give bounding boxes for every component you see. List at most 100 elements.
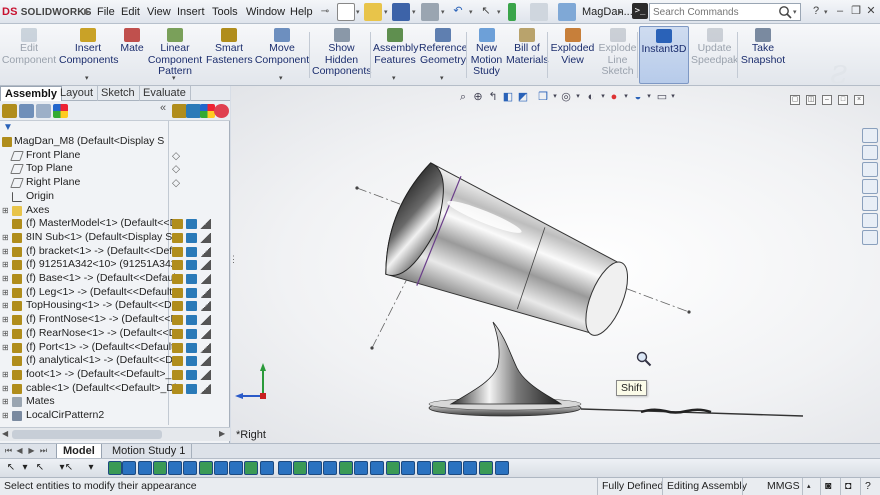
color-swatch-icon[interactable] [200,301,211,312]
color-swatch-icon[interactable] [200,315,211,326]
tree-item-f-leg-1-default-default[interactable]: ⊞ (f) Leg<1> -> (Default<<Default: [0,286,230,300]
color-swatch-icon[interactable] [200,342,211,353]
undo-dropdown-arrow-icon[interactable]: ▾ [469,8,473,16]
appearance-swatch-icon[interactable] [186,315,197,326]
filter-components-icon[interactable] [432,461,446,475]
cmd-bill-of-materials-button[interactable]: Bill of Materials [505,26,549,84]
appearance-swatch-icon[interactable] [186,301,197,312]
menu-view[interactable]: View [147,0,171,24]
tab-model[interactable]: Model [56,444,102,459]
menu-edit[interactable]: Edit [121,0,140,24]
minimize-window-icon[interactable]: – [832,3,848,19]
hide-show-toggle-icon[interactable] [172,369,183,380]
filter-planes-icon[interactable] [183,461,197,475]
filter-sketch-icon[interactable] [214,461,228,475]
cmd-assembly-features-button[interactable]: Assembly Features ▾ [372,26,419,85]
tree-item-axes[interactable]: ⊞ Axes [0,204,230,218]
expand-node-icon[interactable]: ⊞ [2,299,10,313]
hide-show-toggle-icon[interactable] [172,219,183,230]
cmd-move-component-button[interactable]: Move Component ▾ [253,26,311,84]
expand-node-icon[interactable]: ⊞ [2,258,10,272]
collapse-tree-icon[interactable]: « [160,102,166,114]
tree-item-f-mastermodel-1-default-de[interactable]: (f) MasterModel<1> (Default<<De [0,217,230,231]
filter-mesh-icon[interactable] [479,461,493,475]
dropdown-arrow-icon[interactable]: ▾ [392,73,396,85]
menu-file[interactable]: File [97,0,115,24]
appearance-swatch-icon[interactable] [186,383,197,394]
filter-routes-icon[interactable] [401,461,415,475]
color-swatch-icon[interactable] [200,356,211,367]
color-swatch-icon[interactable] [200,274,211,284]
expand-node-icon[interactable]: ⊞ [2,341,10,355]
search-dropdown-arrow-icon[interactable]: ▾ [793,8,797,16]
restore-window-icon[interactable]: ❐ [848,3,864,19]
speaker-3d-model[interactable] [231,86,880,443]
appearance-swatch-icon[interactable] [186,274,197,284]
tree-item-front-plane[interactable]: Front Plane ◇ [0,149,230,163]
filter-bodies-icon[interactable] [448,461,462,475]
tree-item-f-base-1-default-default[interactable]: ⊞ (f) Base<1> -> (Default<<Default [0,272,230,286]
filter-solids-icon[interactable] [463,461,477,475]
tree-item-mates[interactable]: ⊞ Mates [0,395,230,409]
color-swatch-icon[interactable] [200,219,211,230]
save-dropdown-arrow-icon[interactable]: ▾ [412,8,416,16]
cmd-new-motion-study-button[interactable]: New Motion Study [468,26,505,84]
hide-show-toggle-icon[interactable] [172,328,183,339]
hide-show-toggle-icon[interactable] [172,301,183,312]
help-dropdown-arrow-icon[interactable]: ▾ [824,8,828,16]
appearance-swatch-icon[interactable] [186,287,197,298]
rebuild-icon[interactable] [508,3,516,21]
help-status-icon[interactable]: ? [860,478,874,495]
tree-item-origin[interactable]: Origin [0,190,230,204]
new-document-icon[interactable] [337,3,355,21]
filter-notes-icon[interactable] [244,461,258,475]
select-chain-icon[interactable]: ▾ [18,461,32,475]
color-swatch-icon[interactable] [200,383,211,394]
plane-visibility-icon[interactable]: ◇ [172,163,183,175]
tree-item-tophousing-1-default-de[interactable]: ⊞ TopHousing<1> -> (Default<<De [0,299,230,313]
tree-item-f-port-1-default-default[interactable]: ⊞ (f) Port<1> -> (Default<<Default [0,341,230,355]
expand-node-icon[interactable]: ⊞ [2,272,10,286]
tab-first-icon[interactable]: ⏮ [4,445,13,457]
open-dropdown-arrow-icon[interactable]: ▾ [384,8,388,16]
color-swatch-icon[interactable] [200,232,211,243]
tab-prev-icon[interactable]: ◀ [15,445,24,457]
property-manager-tab-icon[interactable] [19,104,34,118]
expand-node-icon[interactable]: ⊞ [2,395,10,409]
expand-node-icon[interactable]: ⊞ [2,382,10,396]
menu-window[interactable]: Window [246,0,285,24]
appearance-swatch-icon[interactable] [186,232,197,243]
color-swatch-icon[interactable] [200,287,211,298]
appearance-swatch-icon[interactable] [186,246,197,257]
custom-properties-icon[interactable] [862,230,878,245]
solidworks-resources-icon[interactable] [862,128,878,143]
units-dropdown-icon[interactable]: ▴ [802,478,814,495]
expand-node-icon[interactable]: ⊞ [2,327,10,341]
scroll-right-icon[interactable]: ▶ [219,429,225,438]
filter-surfaces-icon[interactable] [153,461,167,475]
filter-mates-icon[interactable] [417,461,431,475]
tree-item-f-bracket-1-default-def[interactable]: ⊞ (f) bracket<1> -> (Default<<Def [0,245,230,259]
file-properties-icon[interactable] [530,3,548,21]
cmd-update-speedpak-button[interactable]: Update Speedpak [690,26,739,84]
tree-item-f-91251a342-10-91251a342[interactable]: ⊞ (f) 91251A342<10> (91251A342 [0,258,230,272]
selection-filter-icon[interactable]: ↖ [62,461,76,475]
open-folder-icon[interactable] [364,3,382,21]
filter-welds-icon[interactable] [293,461,307,475]
tree-item-localcirpattern2[interactable]: ⊞ LocalCirPattern2 [0,409,230,423]
hide-show-toggle-icon[interactable] [172,287,183,298]
hide-show-toggle-icon[interactable] [172,246,183,257]
hide-show-column-icon[interactable] [172,104,187,118]
feature-manager-tab-icon[interactable] [2,104,17,118]
cmd-linear-component-pattern-button[interactable]: Linear Component Pattern ▾ [146,26,204,84]
appearance-swatch-icon[interactable] [186,342,197,353]
dropdown-arrow-icon[interactable]: ▾ [85,73,89,85]
appearances-scenes-icon[interactable] [862,213,878,228]
filter-tolerances-icon[interactable] [323,461,337,475]
appearance-swatch-icon[interactable] [186,328,197,339]
document-dropdown-arrow-icon[interactable]: ▸ [619,8,623,16]
scrollbar-thumb[interactable] [12,430,162,439]
display-manager-tab-icon[interactable] [53,104,68,118]
expand-node-icon[interactable]: ⊞ [2,231,10,245]
tree-item-f-rearnose-1-default-d[interactable]: ⊞ (f) RearNose<1> -> (Default<<D [0,327,230,341]
